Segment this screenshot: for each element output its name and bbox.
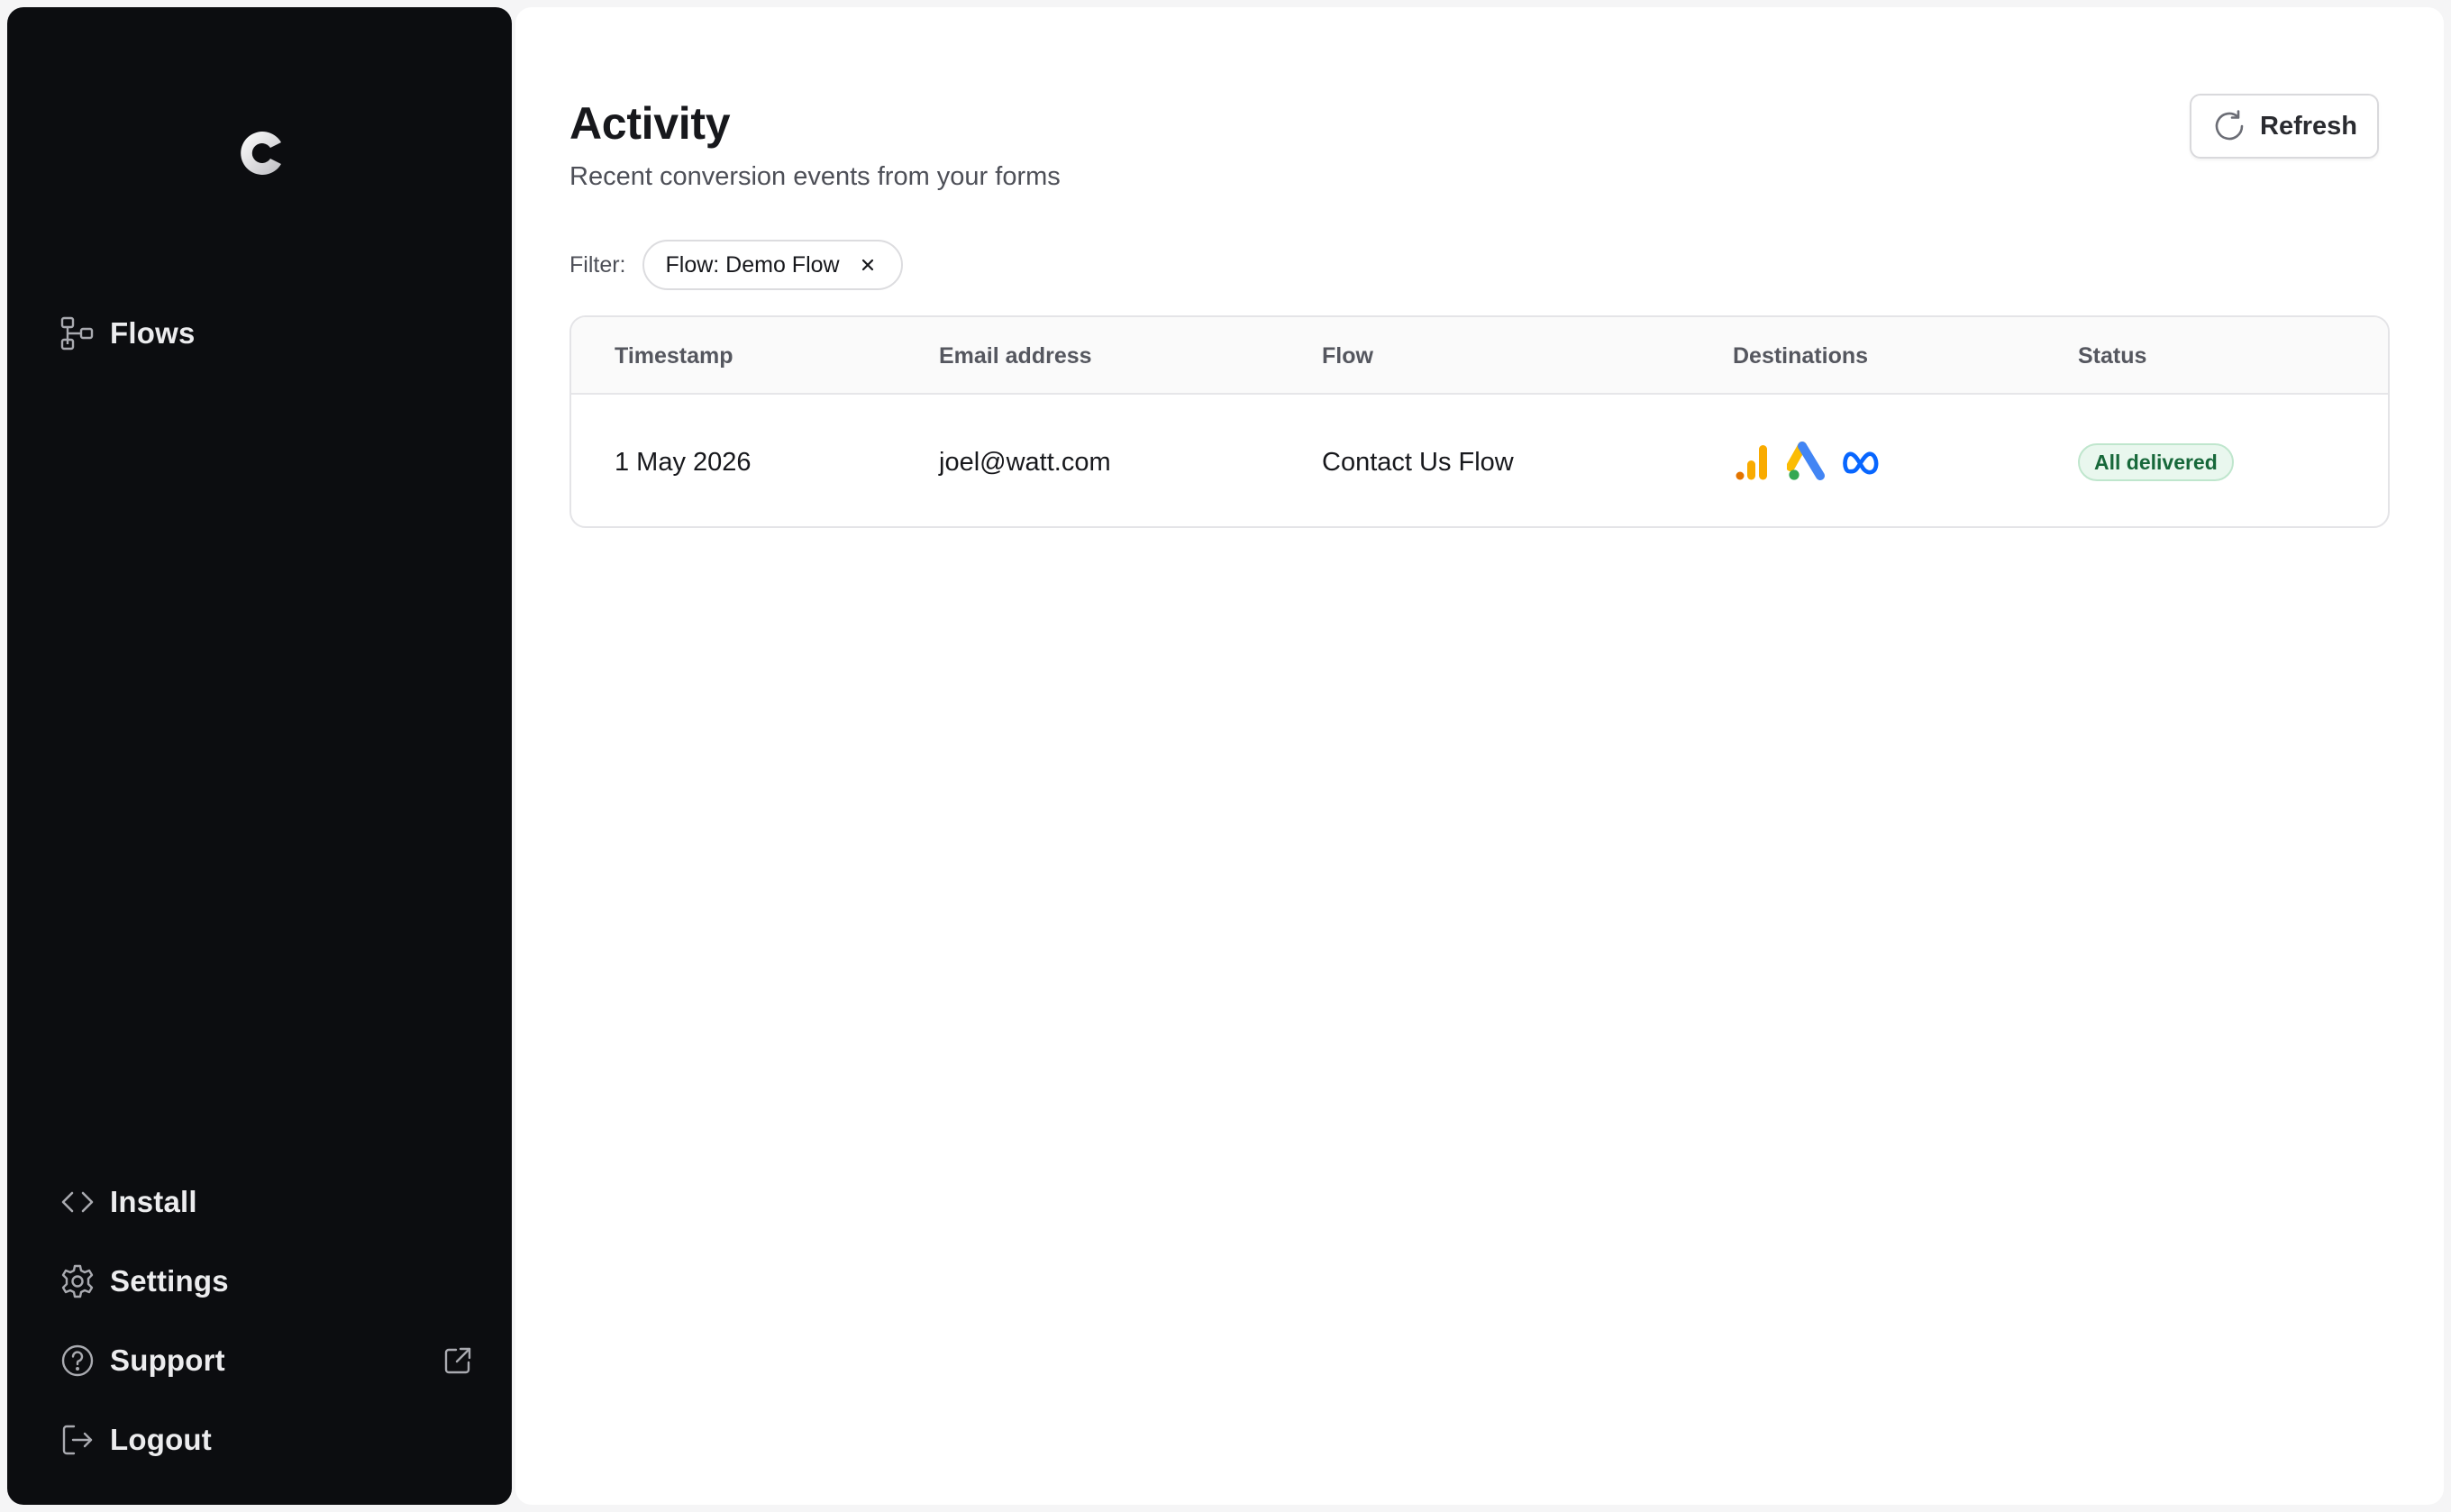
google-analytics-icon — [1733, 442, 1774, 483]
filter-label: Filter: — [569, 251, 626, 278]
sidebar-item-label: Settings — [110, 1264, 229, 1298]
sidebar-item-label: Logout — [110, 1423, 212, 1456]
meta-icon — [1841, 442, 1882, 483]
status-badge: All delivered — [2078, 443, 2234, 481]
refresh-button-label: Refresh — [2260, 111, 2357, 141]
column-header-email: Email address — [939, 342, 1092, 369]
column-header-timestamp: Timestamp — [615, 342, 733, 369]
filter-chip[interactable]: Flow: Demo Flow — [642, 240, 903, 290]
brand-c-logo[interactable] — [234, 124, 292, 182]
main-content: Activity Recent conversion events from y… — [515, 7, 2444, 1505]
page-subtitle: Recent conversion events from your forms — [569, 162, 1061, 191]
app-root: Flows Install Settings Support Logout Ac… — [0, 0, 2451, 1512]
sidebar-item-settings[interactable]: Settings — [59, 1254, 474, 1308]
page-title: Activity — [569, 98, 731, 149]
logout-icon — [59, 1422, 96, 1458]
refresh-button[interactable]: Refresh — [2190, 94, 2379, 159]
cell-flow: Contact Us Flow — [1322, 447, 1514, 477]
sidebar: Flows Install Settings Support Logout — [7, 7, 512, 1505]
sidebar-item-flows[interactable]: Flows — [59, 306, 474, 360]
column-header-status: Status — [2078, 342, 2147, 369]
cell-email: joel@watt.com — [939, 447, 1111, 477]
code-icon — [59, 1184, 96, 1220]
activity-table: Timestamp Email address Flow Destination… — [569, 315, 2390, 528]
sidebar-item-install[interactable]: Install — [59, 1175, 474, 1229]
filter-row: Filter: Flow: Demo Flow — [569, 238, 903, 292]
cell-status: All delivered — [2078, 396, 2234, 526]
sidebar-item-label: Flows — [110, 316, 196, 350]
column-header-destinations: Destinations — [1733, 342, 1869, 369]
cell-timestamp: 1 May 2026 — [615, 447, 752, 477]
sidebar-item-label: Support — [110, 1343, 225, 1377]
external-link-icon[interactable] — [442, 1344, 474, 1377]
filter-chip-label: Flow: Demo Flow — [665, 251, 840, 278]
sidebar-item-support[interactable]: Support — [59, 1334, 474, 1388]
table-header: Timestamp Email address Flow Destination… — [571, 317, 2388, 395]
refresh-icon — [2211, 108, 2247, 144]
table-row[interactable]: 1 May 2026 joel@watt.com Contact Us Flow — [571, 396, 2388, 526]
cell-destinations — [1733, 396, 1895, 526]
sidebar-item-label: Install — [110, 1185, 197, 1218]
gear-icon — [59, 1263, 96, 1299]
close-icon[interactable] — [856, 253, 879, 277]
sidebar-item-logout[interactable]: Logout — [59, 1413, 474, 1467]
flows-icon — [59, 315, 96, 351]
column-header-flow: Flow — [1322, 342, 1373, 369]
help-circle-icon — [59, 1343, 96, 1379]
google-ads-icon — [1787, 442, 1828, 483]
